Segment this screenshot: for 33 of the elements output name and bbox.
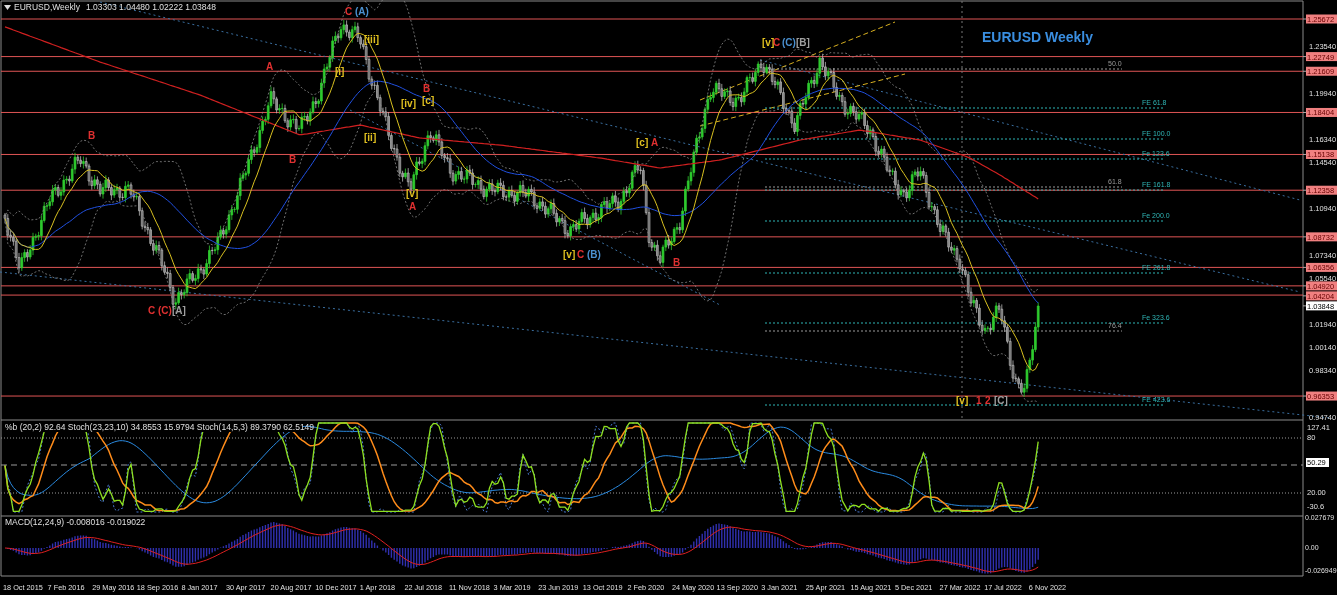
wave-label: [C] — [994, 395, 1008, 406]
wave-label: B — [289, 154, 297, 165]
ohlc-values: 1.03303 1.04480 1.02222 1.03848 — [86, 2, 216, 12]
wave-label: C — [345, 6, 353, 17]
wave-label: [iv] — [401, 98, 416, 109]
wave-label: (C) — [158, 305, 172, 316]
wave-label: 1 — [976, 395, 982, 406]
chart-title: EURUSD Weekly — [982, 29, 1093, 45]
wave-label: (C) — [782, 37, 796, 48]
wave-label: C — [773, 37, 781, 48]
wave-label: [v] — [406, 188, 419, 199]
wave-label: [c] — [636, 137, 649, 148]
wave-label: [v] — [563, 249, 576, 260]
indicator-legend: %b (20,2) 92.64 Stoch(23,23,10) 34.8553 15.9794 Stoch(14,5,3) 89.3790 62.5149 — [5, 422, 315, 432]
wave-label: A — [651, 137, 659, 148]
wave-label: [B] — [796, 37, 810, 48]
wave-label: C — [148, 305, 156, 316]
wave-label: [v] — [762, 37, 775, 48]
wave-label: 2 — [985, 395, 991, 406]
dropdown-icon[interactable] — [4, 5, 11, 10]
wave-label: B — [88, 130, 96, 141]
wave-label: C — [577, 249, 585, 260]
wave-label: A — [266, 61, 274, 72]
wave-label: [ii] — [364, 132, 377, 143]
wave-label: A — [409, 201, 417, 212]
wave-label: (B) — [587, 249, 601, 260]
wave-label: [v] — [956, 395, 969, 406]
wave-label: B — [423, 83, 431, 94]
indicator-legend: MACD(12,24,9) -0.008016 -0.019022 — [5, 517, 146, 527]
symbol-label: EURUSD,Weekly — [14, 2, 80, 12]
wave-label: [A] — [172, 305, 186, 316]
wave-label: (A) — [355, 6, 369, 17]
wave-label: B — [673, 257, 681, 268]
